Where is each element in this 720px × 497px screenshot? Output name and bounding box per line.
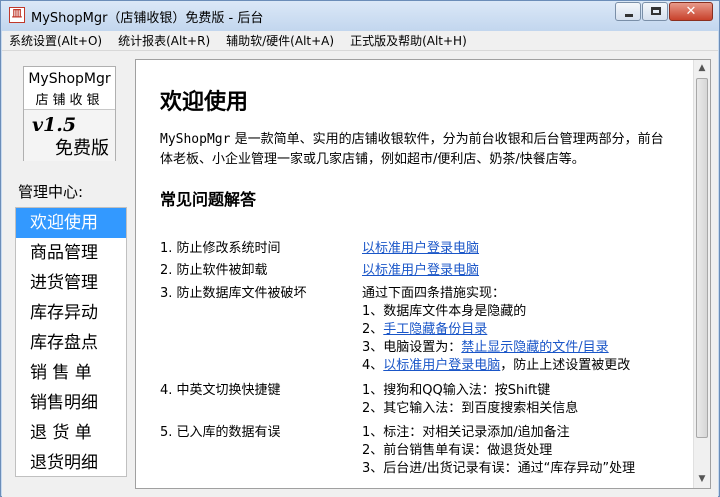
faq-question: 3. 防止数据库文件被破坏	[160, 286, 307, 301]
nav-item-welcome[interactable]: 欢迎使用	[16, 208, 126, 238]
faq-answer-line: 1、数据库文件本身是隐藏的	[362, 304, 527, 319]
faq-answer-line: 2、前台销售单有误：做退货处理	[362, 443, 553, 458]
standard-user-link[interactable]: 以标准用户登录电脑	[362, 262, 479, 280]
intro-brand: MyShopMgr	[160, 132, 231, 147]
intro-line-2: 体老板、小企业管理一家或几家店铺，例如超市/便利店、奶茶/快餐店等。	[160, 152, 585, 167]
faq-answer-suffix: ，防止上述设置被更改	[500, 358, 631, 373]
faq-heading: 常见问题解答	[160, 190, 257, 209]
close-icon: ✕	[685, 4, 697, 19]
nav-item-return-order[interactable]: 退 货 单	[16, 418, 126, 448]
faq-answer-line: 2、手工隐藏备份目录	[362, 321, 487, 339]
logo-bottom: v1.5 免费版	[24, 109, 115, 161]
intro-line-1: 是一款简单、实用的店铺收银软件，分为前台收银和后台管理两部分，前台	[230, 132, 664, 147]
hide-backup-dir-link[interactable]: 手工隐藏备份目录	[383, 322, 487, 337]
faq-question: 2. 防止软件被卸载	[160, 263, 268, 278]
minimize-button[interactable]	[615, 2, 641, 21]
window-controls: ✕	[614, 2, 713, 21]
faq-answer-line: 3、后台进/出货记录有误：通过“库存异动”处理	[362, 461, 636, 476]
client-area: MyShopMgr 店铺收银 v1.5 免费版 管理中心: 欢迎使用 商品管理 …	[2, 51, 718, 497]
window-title: MyShopMgr（店铺收银）免费版 - 后台	[31, 11, 264, 26]
faq-answer-intro: 通过下面四条措施实现：	[362, 286, 506, 301]
menu-help[interactable]: 正式版及帮助(Alt+H)	[343, 31, 474, 51]
nav-item-sales-order[interactable]: 销 售 单	[16, 358, 126, 388]
version-label: v1.5	[32, 114, 77, 136]
maximize-icon	[651, 7, 661, 15]
nav-item-return-detail[interactable]: 退货明细	[16, 448, 126, 478]
faq-question: 1. 防止修改系统时间	[160, 241, 281, 256]
faq-answer-line: 4、以标准用户登录电脑，防止上述设置被更改	[362, 357, 630, 375]
nav-item-inventory-change[interactable]: 库存异动	[16, 298, 126, 328]
nav-item-products[interactable]: 商品管理	[16, 238, 126, 268]
scroll-down-icon[interactable]: ▼	[694, 471, 710, 488]
app-icon[interactable]: 皿	[9, 7, 25, 23]
hide-hidden-files-link[interactable]: 禁止显示隐藏的文件/目录	[461, 340, 608, 355]
edition-label: 免费版	[55, 138, 109, 159]
menu-system-settings[interactable]: 系统设置(Alt+O)	[2, 31, 109, 51]
faq-answer-line: 1、标注：对相关记录添加/追加备注	[362, 425, 570, 440]
faq-answer-line: 1、搜狗和QQ输入法：按Shift键	[362, 383, 551, 398]
faq-answer-line: 3、电脑设置为：禁止显示隐藏的文件/目录	[362, 339, 609, 357]
logo-box: MyShopMgr 店铺收银 v1.5 免费版	[23, 66, 116, 161]
close-button[interactable]: ✕	[669, 2, 713, 21]
title-bar[interactable]: 皿 MyShopMgr（店铺收银）免费版 - 后台 ✕	[1, 1, 719, 31]
logo-top: MyShopMgr 店铺收银	[24, 67, 115, 109]
logo-subtitle: 店铺收银	[35, 93, 104, 108]
management-center-label: 管理中心:	[18, 183, 84, 201]
standard-user-link[interactable]: 以标准用户登录电脑	[383, 358, 500, 373]
faq-question: 4. 中英文切换快捷键	[160, 383, 281, 398]
faq-question: 5. 已入库的数据有误	[160, 425, 281, 440]
menu-bar: 系统设置(Alt+O) 统计报表(Alt+R) 辅助软/硬件(Alt+A) 正式…	[2, 31, 718, 51]
intro-text: MyShopMgr 是一款简单、实用的店铺收银软件，分为前台收银和后台管理两部分…	[160, 130, 689, 170]
menu-auxiliary[interactable]: 辅助软/硬件(Alt+A)	[219, 31, 341, 51]
content-body: 欢迎使用 MyShopMgr 是一款简单、实用的店铺收银软件，分为前台收银和后台…	[136, 60, 689, 488]
maximize-button[interactable]	[642, 2, 668, 21]
management-nav-list[interactable]: 欢迎使用 商品管理 进货管理 库存异动 库存盘点 销 售 单 销售明细 退 货 …	[15, 207, 127, 477]
minimize-icon	[625, 14, 633, 17]
nav-item-stocktake[interactable]: 库存盘点	[16, 328, 126, 358]
content-panel: 欢迎使用 MyShopMgr 是一款简单、实用的店铺收银软件，分为前台收银和后台…	[135, 59, 711, 489]
standard-user-link[interactable]: 以标准用户登录电脑	[362, 240, 479, 258]
menu-reports[interactable]: 统计报表(Alt+R)	[111, 31, 217, 51]
scroll-up-icon[interactable]: ▲	[694, 60, 710, 77]
vertical-scrollbar[interactable]: ▲ ▼	[693, 60, 710, 488]
nav-item-sales-detail[interactable]: 销售明细	[16, 388, 126, 418]
faq-answer-prefix: 3、电脑设置为：	[362, 340, 462, 355]
faq-answer-prefix: 4、	[362, 358, 384, 373]
app-window: 皿 MyShopMgr（店铺收银）免费版 - 后台 ✕ 系统设置(Alt+O) …	[0, 0, 720, 497]
faq-answer-prefix: 2、	[362, 322, 384, 337]
faq-answer-line: 2、其它输入法：到百度搜索相关信息	[362, 401, 579, 416]
logo-name: MyShopMgr	[28, 71, 111, 87]
page-title: 欢迎使用	[160, 89, 249, 115]
nav-item-purchasing[interactable]: 进货管理	[16, 268, 126, 298]
scroll-thumb[interactable]	[696, 78, 708, 438]
